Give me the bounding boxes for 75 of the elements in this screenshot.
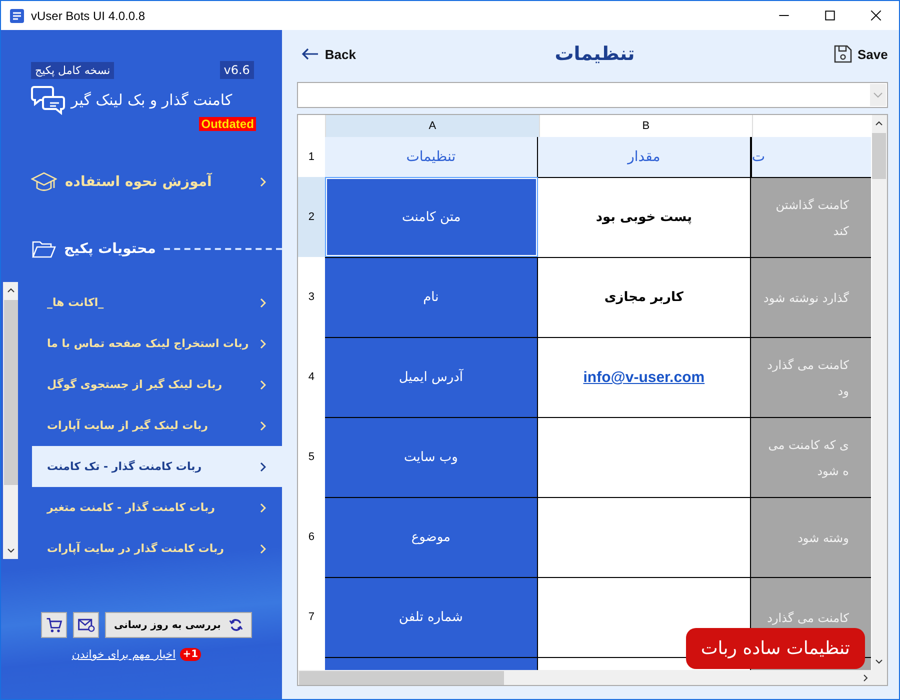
table-cell: کامنت گذاشتن کند: [750, 177, 871, 257]
scroll-thumb[interactable]: [4, 300, 18, 485]
update-button[interactable]: بررسی به روز رسانی: [105, 612, 252, 638]
row-number: 5: [307, 450, 316, 465]
cart-button[interactable]: [41, 612, 67, 638]
chevron-icon: [260, 420, 266, 430]
news-link[interactable]: اخبار مهم برای خواندن: [72, 648, 176, 661]
column-letter: A: [324, 115, 539, 137]
chevron-icon: [260, 298, 266, 308]
app-title: کامنت گذار و بک لینک گیر: [71, 91, 232, 109]
dropdown-caret-icon: [870, 84, 886, 106]
table-cell[interactable]: info@v-user.com: [538, 337, 751, 417]
window-title: vUser Bots UI 4.0.0.8: [31, 8, 146, 22]
tutorial-link[interactable]: آموزش نحوه استفاده: [1, 131, 282, 193]
table-cell: وشته شود: [750, 497, 871, 577]
table-cell[interactable]: [538, 497, 751, 577]
graduation-cap-icon: [31, 171, 57, 193]
chevron-icon: [260, 380, 266, 390]
edition-badge: نسخه کامل پکیج: [31, 62, 114, 78]
arrow-left-icon: [300, 48, 319, 60]
row-number: 4: [307, 370, 316, 385]
chevron-icon: [260, 462, 266, 472]
email-icon: [77, 616, 95, 634]
refresh-icon: [228, 618, 243, 632]
chevron-icon: [260, 338, 266, 348]
chat-bubbles-icon: [31, 85, 65, 115]
scroll-thumb[interactable]: [298, 670, 504, 684]
horizontal-scrollbar[interactable]: [298, 670, 887, 685]
column-header: مقدار: [538, 137, 751, 177]
sidebar-item[interactable]: ربات کامنت گذار - تک کامنت: [32, 446, 282, 487]
sidebar-item[interactable]: ربات کامنت گذار - کامنت متغیر: [32, 487, 282, 528]
table-cell: کامنت می گذارد ود: [750, 337, 871, 417]
page-title: تنظیمات: [554, 43, 635, 65]
chevron-icon: [260, 177, 266, 187]
scrollbar[interactable]: [3, 282, 18, 559]
row-number: 6: [307, 530, 316, 545]
row-number: 3: [307, 290, 316, 305]
folder-icon: [32, 239, 56, 259]
vertical-scrollbar[interactable]: [872, 115, 887, 670]
chevron-icon: [260, 544, 266, 554]
table-cell[interactable]: نام: [324, 257, 538, 337]
table-cell: ی که کامنت می ه شود: [750, 417, 871, 497]
scroll-thumb[interactable]: [872, 133, 886, 179]
row-number: 1: [307, 150, 316, 165]
column-header: ت: [750, 137, 871, 177]
email-link[interactable]: info@v-user.com: [583, 369, 705, 386]
table-cell[interactable]: موضوع: [324, 497, 538, 577]
app-icon: [9, 8, 25, 24]
sidebar-item[interactable]: _اکانت ها_: [32, 282, 282, 323]
mode-toast: تنظیمات ساده ربات: [686, 628, 865, 669]
sidebar-item[interactable]: ربات کامنت گذار در سایت آپارات: [32, 528, 282, 559]
table-cell[interactable]: [538, 417, 751, 497]
table-cell[interactable]: پست خوبی بود: [538, 177, 751, 257]
email-button[interactable]: [73, 612, 99, 638]
cart-icon: [45, 616, 63, 634]
chevron-icon: [260, 502, 266, 512]
column-header: تنظیمات: [324, 137, 538, 177]
count-badge: +1: [180, 648, 202, 661]
sidebar-item[interactable]: ربات لینک گیر از سایت آپارات: [32, 405, 282, 446]
table-cell[interactable]: آدرس ایمیل: [324, 337, 538, 417]
table-cell[interactable]: کاربر مجازی: [538, 257, 751, 337]
status-badge: Outdated: [199, 117, 256, 131]
version-badge: v6.6: [220, 61, 254, 79]
row-number: 2: [298, 177, 325, 257]
save-button[interactable]: Save: [834, 45, 888, 63]
section-title: محتویات پکیج: [64, 241, 156, 257]
sidebar-item[interactable]: ربات استخراج لینک صفحه تماس با ما: [32, 323, 282, 364]
table-cell[interactable]: متن کامنت: [324, 177, 538, 257]
table-cell[interactable]: شماره تلفن: [324, 577, 538, 657]
table-cell[interactable]: وب سایت: [324, 417, 538, 497]
dropdown-field[interactable]: [296, 82, 888, 108]
sidebar-item[interactable]: ربات لینک گیر از جستجوی گوگل: [32, 364, 282, 405]
row-number: 7: [307, 610, 316, 625]
back-button[interactable]: Back: [296, 46, 356, 62]
table-cell: گذارد نوشته شود: [750, 257, 871, 337]
